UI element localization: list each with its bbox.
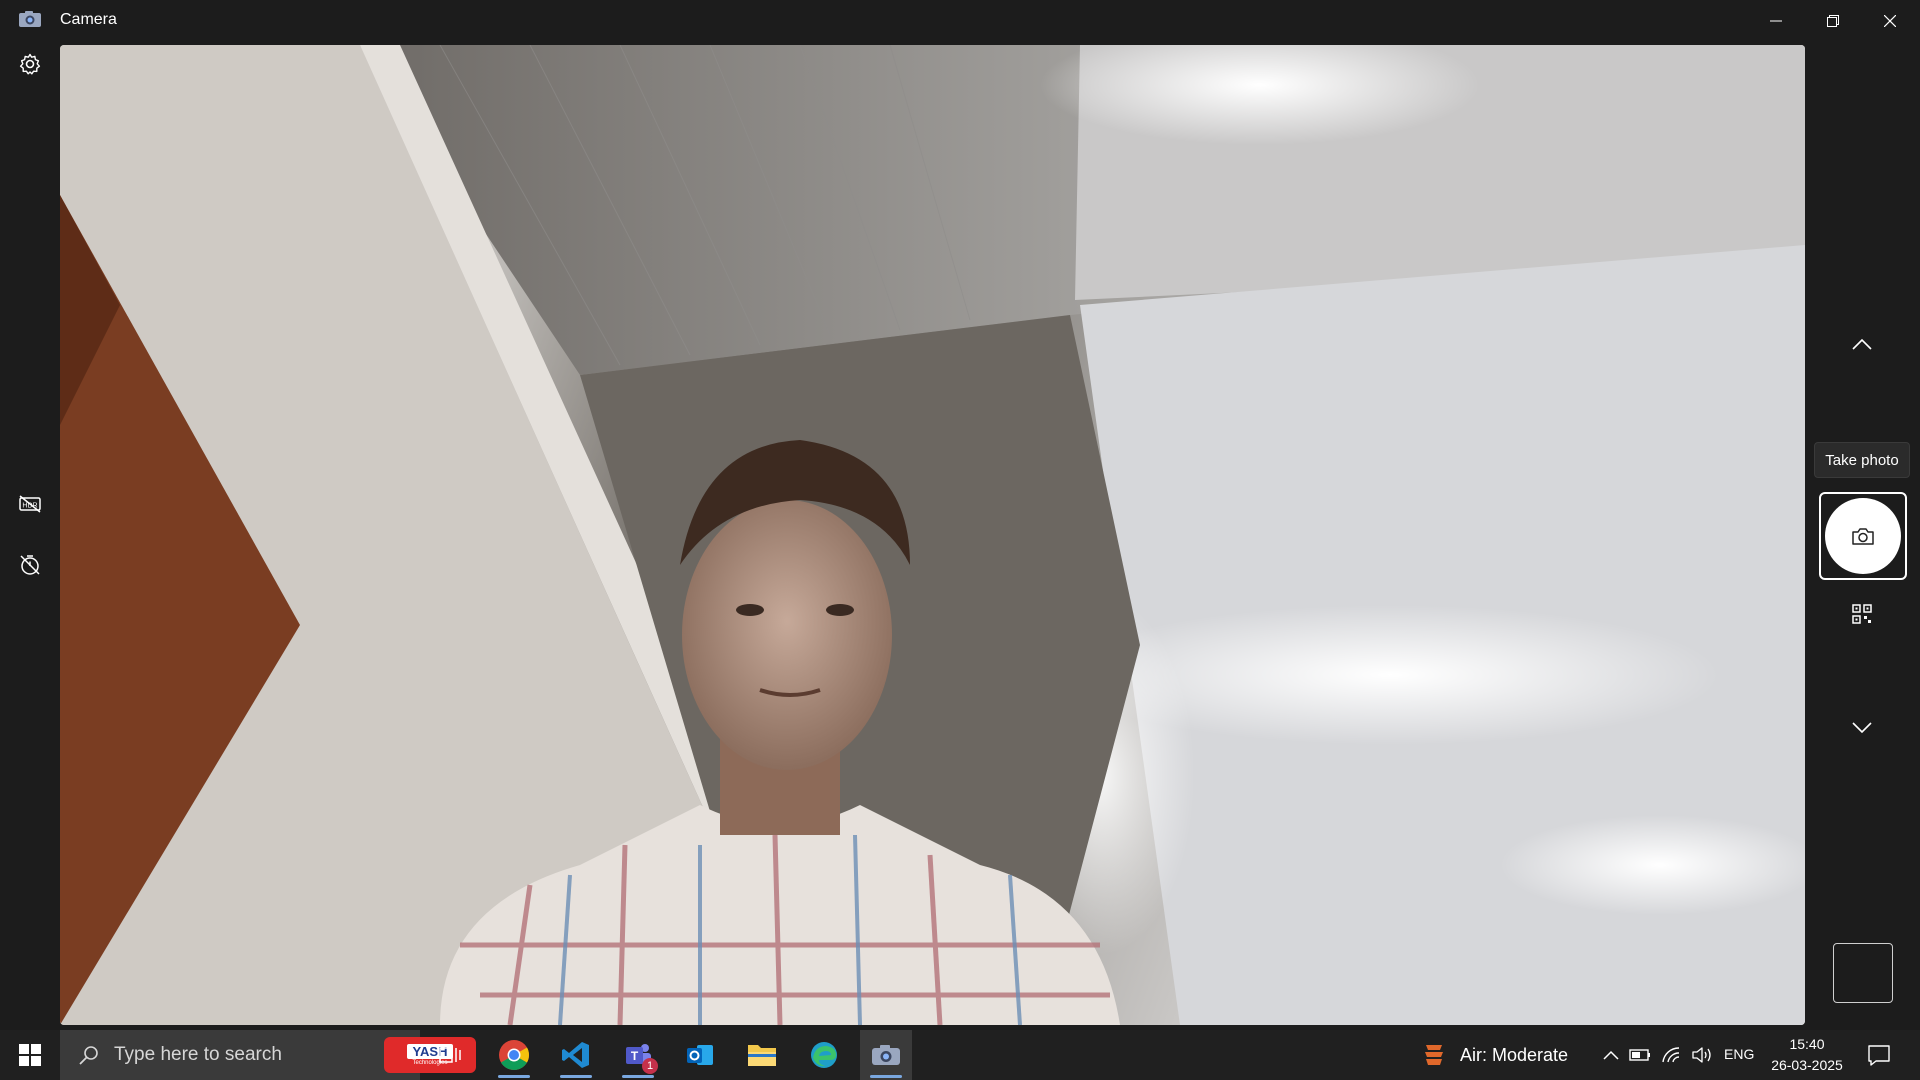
minimize-button[interactable]: [1748, 0, 1804, 42]
taskbar-search-box[interactable]: Type here to search YASH Technologies: [60, 1030, 476, 1080]
last-capture-thumbnail[interactable]: [1833, 943, 1893, 1003]
hdr-off-icon: HDR: [19, 495, 41, 513]
window-title: Camera: [60, 11, 117, 28]
teams-notification-badge: 1: [642, 1058, 658, 1074]
taskbar-outlook[interactable]: [674, 1030, 726, 1080]
vscode-icon: [562, 1042, 589, 1068]
chevron-up-icon: [1603, 1050, 1619, 1060]
speaker-icon: [1692, 1047, 1711, 1063]
restore-button[interactable]: [1805, 0, 1861, 42]
battery-icon: [1629, 1049, 1650, 1061]
edge-icon: [811, 1042, 837, 1068]
task-view-button[interactable]: [424, 1030, 476, 1080]
weather-text: Air: Moderate: [1460, 1044, 1569, 1065]
search-placeholder: Type here to search: [114, 1044, 282, 1065]
taskbar-edge[interactable]: [798, 1030, 850, 1080]
shutter[interactable]: [1825, 498, 1901, 574]
taskbar-teams[interactable]: T 1: [612, 1030, 664, 1080]
air-quality-icon: [1425, 1045, 1443, 1065]
search-icon: [74, 1040, 104, 1070]
qr-scanner-button[interactable]: [1842, 594, 1882, 634]
switch-mode-up-button[interactable]: [1842, 324, 1882, 364]
outlook-icon: [687, 1045, 713, 1065]
clock-date: 26-03-2025: [1771, 1057, 1843, 1073]
svg-text:T: T: [631, 1049, 639, 1063]
take-photo-tooltip: Take photo: [1814, 442, 1910, 478]
chevron-up-icon: [1852, 338, 1872, 350]
camera-preview: [60, 45, 1805, 1025]
folder-icon: [748, 1045, 776, 1066]
close-button[interactable]: [1862, 0, 1918, 42]
notification-center-icon[interactable]: [1866, 1042, 1892, 1068]
input-language[interactable]: ENG: [1724, 1046, 1754, 1062]
start-button[interactable]: [0, 1030, 60, 1080]
take-photo-button[interactable]: [1819, 492, 1907, 580]
taskbar-file-explorer[interactable]: [736, 1030, 788, 1080]
close-icon: [1884, 15, 1896, 27]
chrome-icon: [499, 1040, 530, 1071]
battery-tray-button[interactable]: [1628, 1043, 1652, 1067]
network-tray-button[interactable]: [1660, 1043, 1684, 1067]
settings-button[interactable]: [14, 48, 46, 80]
show-hidden-icons-button[interactable]: [1599, 1043, 1623, 1067]
clock[interactable]: 15:40 26-03-2025: [1762, 1034, 1852, 1076]
timer-off-icon: [20, 555, 40, 575]
task-view-icon: [439, 1047, 461, 1063]
taskbar: Type here to search YASH Technologies T …: [0, 1030, 1920, 1080]
volume-tray-button[interactable]: [1690, 1043, 1714, 1067]
minimize-icon: [1770, 20, 1782, 22]
taskbar-chrome[interactable]: [488, 1030, 540, 1080]
timer-off-button[interactable]: [14, 549, 46, 581]
camera-icon: [1852, 528, 1874, 545]
title-bar: Camera: [0, 0, 1920, 42]
camera-app-icon: [19, 11, 41, 27]
camera-app-taskbar-icon: [872, 1045, 900, 1065]
taskbar-vscode[interactable]: [550, 1030, 602, 1080]
qr-code-icon: [1852, 604, 1872, 624]
restore-icon: [1827, 15, 1839, 27]
weather-widget[interactable]: Air: Moderate: [1420, 1030, 1568, 1080]
windows-logo-icon: [19, 1044, 41, 1066]
chevron-down-icon: [1852, 722, 1872, 734]
switch-mode-down-button[interactable]: [1842, 708, 1882, 748]
gear-icon: [19, 53, 41, 75]
clock-time: 15:40: [1789, 1036, 1825, 1052]
taskbar-camera[interactable]: [860, 1030, 912, 1080]
camera-feed-image: [60, 45, 1805, 1025]
hdr-off-button[interactable]: HDR: [14, 488, 46, 520]
wifi-icon: [1662, 1047, 1680, 1063]
